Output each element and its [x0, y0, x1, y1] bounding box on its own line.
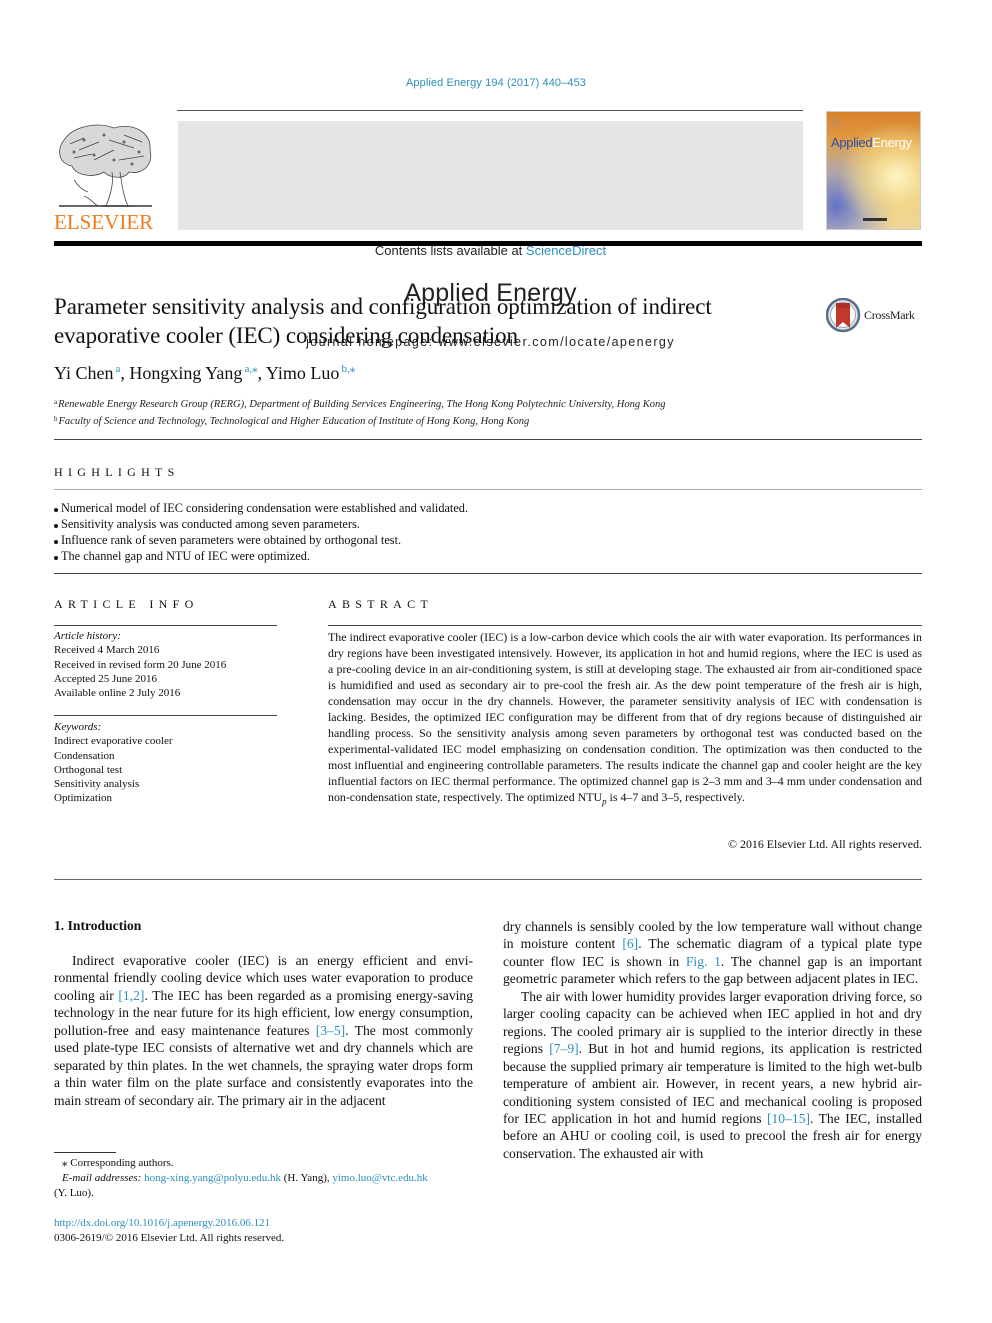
corresponding-authors-note: ⁎ Corresponding authors.	[62, 1157, 174, 1169]
affiliation-text: Renewable Energy Research Group (RERG), …	[58, 399, 666, 410]
history-item: Accepted 25 June 2016	[54, 672, 157, 685]
cover-elsevier-icon	[832, 118, 840, 127]
keywords: Keywords: Indirect evaporative cooler Co…	[54, 720, 173, 806]
citation-link[interactable]: [3–5]	[316, 1023, 345, 1038]
article-info-heading: ARTICLE INFO	[54, 597, 199, 611]
paragraph: The air with lower humidity provides lar…	[503, 988, 922, 1163]
history-item: Available online 2 July 2016	[54, 687, 181, 700]
divider	[54, 489, 922, 490]
cover-footer-mark	[863, 218, 887, 221]
author-separator: ,	[257, 363, 266, 383]
article-history: Article history: Received 4 March 2016 R…	[54, 629, 226, 700]
footnote-rule	[54, 1152, 116, 1153]
email-link-luo[interactable]: yimo.luo@vtc.edu.hk	[332, 1172, 427, 1184]
header-top-rule	[177, 110, 803, 111]
author-name[interactable]: Yimo Luo	[266, 363, 340, 383]
abstract-text-end: is 4–7 and 3–5, respectively.	[606, 789, 745, 804]
journal-masthead: Contents lists available at ScienceDirec…	[178, 121, 803, 349]
divider	[54, 625, 277, 626]
abstract-heading: ABSTRACT	[328, 597, 434, 611]
highlight-item: Sensitivity analysis was conducted among…	[54, 516, 914, 532]
citation-link[interactable]: [10–15]	[767, 1111, 810, 1126]
email-addresses: E-mail addresses: hong-xing.yang@polyu.e…	[54, 1171, 473, 1186]
paragraph: Indirect evaporative cooler (IEC) is an …	[54, 952, 473, 1109]
header-thick-rule	[54, 241, 922, 246]
cover-title: AppliedEnergy	[831, 135, 912, 150]
abstract-text: The indirect evaporative cooler (IEC) is…	[328, 630, 922, 804]
citation-link[interactable]: [7–9]	[549, 1041, 578, 1056]
author-list: Yi Chen a, Hongxing Yang a,⁎, Yimo Luo b,⁎	[54, 362, 355, 384]
issn-copyright: 0306-2619/© 2016 Elsevier Ltd. All right…	[54, 1232, 285, 1245]
history-item: Received in revised form 20 June 2016	[54, 658, 227, 671]
abstract-copyright: © 2016 Elsevier Ltd. All rights reserved…	[728, 837, 922, 851]
crossmark-button[interactable]: CrossMark	[826, 298, 926, 334]
divider	[54, 573, 922, 574]
affiliation-text: Faculty of Science and Technology, Techn…	[58, 416, 530, 427]
citation-link[interactable]: [6]	[622, 936, 638, 951]
keywords-label: Keywords:	[54, 721, 102, 733]
crossmark-label: CrossMark	[864, 308, 915, 322]
citation-link[interactable]: [1,2]	[118, 988, 144, 1003]
history-item: Received 4 March 2016	[54, 644, 160, 657]
doi-link[interactable]: http://dx.doi.org/10.1016/j.apenergy.201…	[54, 1216, 284, 1231]
crossmark-icon	[826, 298, 861, 333]
highlight-item: Numerical model of IEC considering conde…	[54, 500, 914, 516]
affiliation-item: bFaculty of Science and Technology, Tech…	[54, 412, 666, 429]
affiliations: aRenewable Energy Research Group (RERG),…	[54, 395, 666, 429]
keyword-item: Orthogonal test	[54, 763, 123, 776]
paragraph: dry channels is sensibly cooled by the l…	[503, 918, 922, 988]
footnotes: ⁎ Corresponding authors. E-mail addresse…	[54, 1156, 473, 1202]
cover-title-applied: Applied	[831, 135, 873, 150]
author-name[interactable]: Yi Chen	[54, 363, 114, 383]
paper-title-line-1: Parameter sensitivity analysis and confi…	[54, 294, 712, 319]
email-label: E-mail addresses:	[62, 1172, 145, 1185]
elsevier-wordmark: ELSEVIER	[54, 210, 154, 234]
affiliation-item: aRenewable Energy Research Group (RERG),…	[54, 395, 666, 412]
highlight-item: The channel gap and NTU of IEC were opti…	[54, 548, 914, 564]
author-affiliation-marker[interactable]: b,⁎	[341, 363, 355, 375]
highlights-heading: HIGHLIGHTS	[54, 465, 180, 479]
body-column-left: Indirect evaporative cooler (IEC) is an …	[54, 952, 473, 1109]
article-history-label: Article history:	[54, 630, 121, 642]
keyword-item: Sensitivity analysis	[54, 778, 140, 791]
affiliation-key: b	[54, 415, 58, 423]
paper-title-line-2: evaporative cooler (IEC) considering con…	[54, 323, 518, 348]
email-link-yang[interactable]: hong-xing.yang@polyu.edu.hk	[144, 1172, 281, 1184]
abstract-body: The indirect evaporative cooler (IEC) is…	[328, 630, 922, 810]
divider	[54, 439, 922, 440]
author-name[interactable]: Hongxing Yang	[129, 363, 242, 383]
journal-cover-image: AppliedEnergy	[826, 111, 921, 230]
section-heading-introduction: 1. Introduction	[54, 918, 142, 933]
doi-block: http://dx.doi.org/10.1016/j.apenergy.201…	[54, 1216, 284, 1246]
affiliation-key: a	[54, 398, 58, 406]
journal-citation-link[interactable]: Applied Energy 194 (2017) 440–453	[0, 77, 992, 89]
divider	[328, 625, 922, 626]
body-column-right: dry channels is sensibly cooled by the l…	[503, 918, 922, 1162]
figure-link[interactable]: Fig. 1	[686, 954, 721, 969]
tree-icon	[59, 124, 152, 207]
email-owner: (Y. Luo).	[54, 1187, 94, 1200]
paper-title: Parameter sensitivity analysis and confi…	[54, 292, 814, 350]
highlight-item: Influence rank of seven parameters were …	[54, 532, 914, 548]
keyword-item: Condensation	[54, 749, 115, 762]
divider	[54, 715, 277, 716]
author-affiliation-marker[interactable]: a,⁎	[244, 363, 257, 375]
cover-title-energy: Energy	[872, 135, 912, 150]
email-owner: (H. Yang),	[281, 1172, 333, 1185]
highlights-list: Numerical model of IEC considering conde…	[54, 500, 914, 564]
keyword-item: Indirect evaporative cooler	[54, 735, 173, 748]
keyword-item: Optimization	[54, 792, 113, 805]
divider	[54, 879, 922, 880]
